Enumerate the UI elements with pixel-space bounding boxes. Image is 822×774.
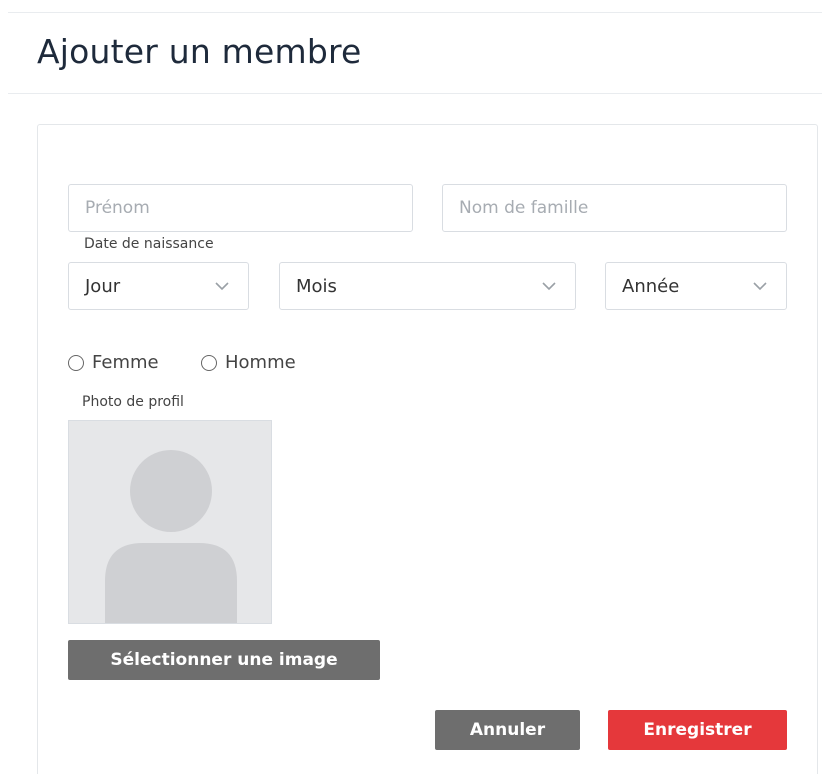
chevron-down-icon [753, 282, 767, 291]
female-label: Femme [92, 352, 159, 373]
birth-year-value: Année [622, 275, 680, 297]
birth-month-select[interactable]: Mois [279, 262, 576, 310]
chevron-down-icon [542, 282, 556, 291]
gender-option-female[interactable]: Femme [68, 352, 159, 373]
add-member-page: Ajouter un membre Date de naissance Jour… [0, 0, 822, 774]
date-of-birth-label: Date de naissance [84, 236, 214, 252]
title-divider [8, 93, 822, 94]
birth-month-value: Mois [296, 275, 337, 297]
female-radio[interactable] [68, 354, 84, 371]
profile-photo-preview [68, 420, 272, 624]
select-image-button[interactable]: Sélectionner une image [68, 640, 380, 680]
cancel-button[interactable]: Annuler [435, 710, 580, 750]
birth-day-select[interactable]: Jour [68, 262, 249, 310]
birth-day-value: Jour [85, 275, 121, 297]
page-title: Ajouter un membre [37, 32, 362, 71]
top-divider [8, 12, 822, 13]
male-label: Homme [225, 352, 296, 373]
first-name-input[interactable] [68, 184, 413, 232]
chevron-down-icon [215, 282, 229, 291]
save-button[interactable]: Enregistrer [608, 710, 787, 750]
male-radio[interactable] [201, 354, 217, 371]
avatar-placeholder-icon [105, 450, 237, 623]
birth-year-select[interactable]: Année [605, 262, 787, 310]
gender-option-male[interactable]: Homme [201, 352, 296, 373]
profile-photo-label: Photo de profil [82, 394, 184, 410]
last-name-input[interactable] [442, 184, 787, 232]
